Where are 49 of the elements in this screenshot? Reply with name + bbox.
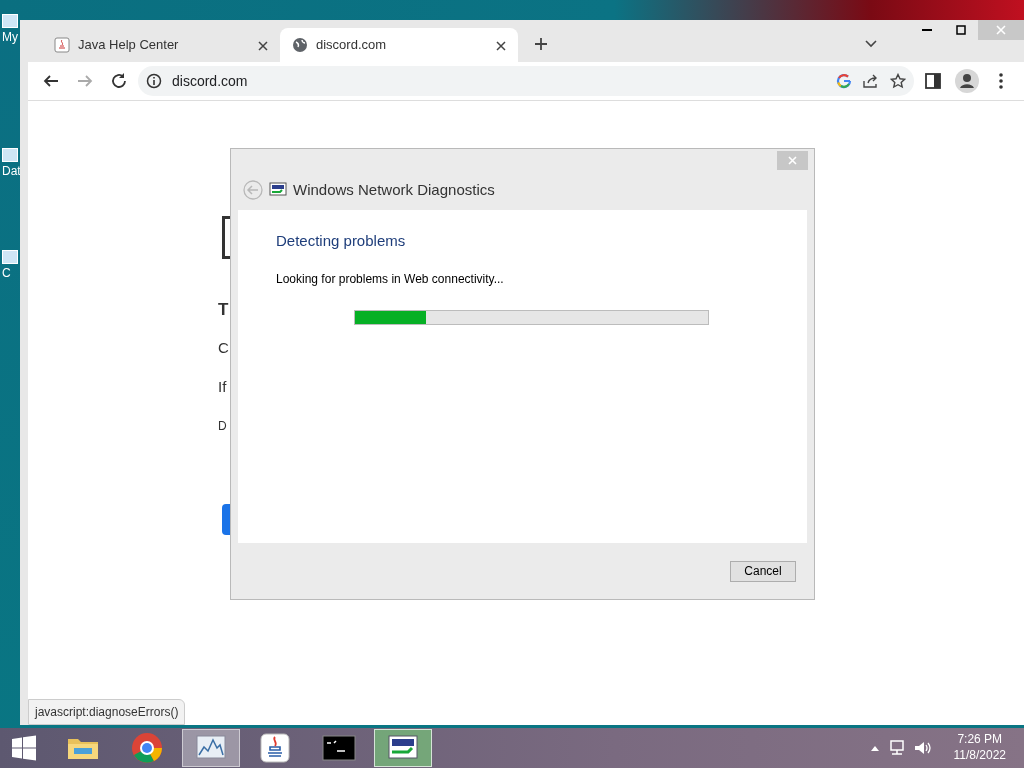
kebab-menu-icon: [999, 73, 1003, 89]
google-g-icon[interactable]: [836, 73, 852, 89]
clock-date: 11/8/2022: [953, 748, 1006, 764]
reload-icon: [110, 72, 128, 90]
star-icon[interactable]: [890, 73, 906, 89]
network-monitor-icon: [269, 182, 287, 198]
info-icon: [146, 73, 162, 89]
volume-icon[interactable]: [913, 740, 932, 756]
taskbar-app-button[interactable]: [374, 729, 432, 767]
side-panel-icon: [924, 72, 942, 90]
address-text: discord.com: [172, 71, 248, 91]
clock[interactable]: 7:26 PM 11/8/2022: [939, 732, 1006, 764]
status-message: Looking for problems in Web connectivity...: [276, 271, 505, 288]
network-icon[interactable]: [887, 740, 906, 756]
clock-time: 7:26 PM: [956, 732, 1004, 748]
browser-tab[interactable]: Java Help Center: [42, 28, 280, 62]
page-text: D: [218, 418, 227, 435]
chevron-down-icon: [865, 40, 877, 48]
tab-title: Java Help Center: [78, 36, 179, 55]
globe-icon: [292, 37, 308, 53]
close-icon: [258, 40, 268, 51]
close-icon: [996, 25, 1006, 35]
page-button[interactable]: [222, 504, 230, 535]
minimize-icon: [922, 29, 932, 31]
address-bar[interactable]: discord.com: [138, 66, 914, 96]
java-cup-icon: [54, 37, 70, 53]
close-icon: [788, 156, 797, 165]
share-icon[interactable]: [862, 73, 880, 89]
desktop-icon-label[interactable]: Dat: [2, 162, 21, 180]
status-url: javascript:diagnoseErrors(): [28, 699, 186, 725]
tab-title: discord.com: [316, 36, 387, 55]
desktop-icon-label[interactable]: My: [2, 28, 18, 46]
dialog-title: Windows Network Diagnostics: [293, 179, 495, 200]
windows-logo-icon: [11, 735, 37, 761]
dialog-heading: Detecting problems: [276, 232, 407, 250]
person-icon: [955, 69, 979, 93]
cancel-button[interactable]: Cancel: [730, 560, 796, 582]
plus-icon: [534, 36, 548, 51]
profile-button[interactable]: [952, 66, 982, 96]
java-cup-icon: [258, 731, 292, 765]
page-text: C: [218, 338, 229, 358]
browser-tab[interactable]: discord.com: [280, 28, 518, 62]
maximize-icon: [956, 25, 966, 35]
desktop-icon-label[interactable]: C: [2, 264, 11, 282]
close-icon: [496, 40, 506, 51]
page-heading: T: [218, 299, 229, 321]
page-text: If: [218, 377, 227, 397]
chevron-up-icon[interactable]: [869, 744, 880, 752]
chrome-icon: [130, 731, 164, 765]
